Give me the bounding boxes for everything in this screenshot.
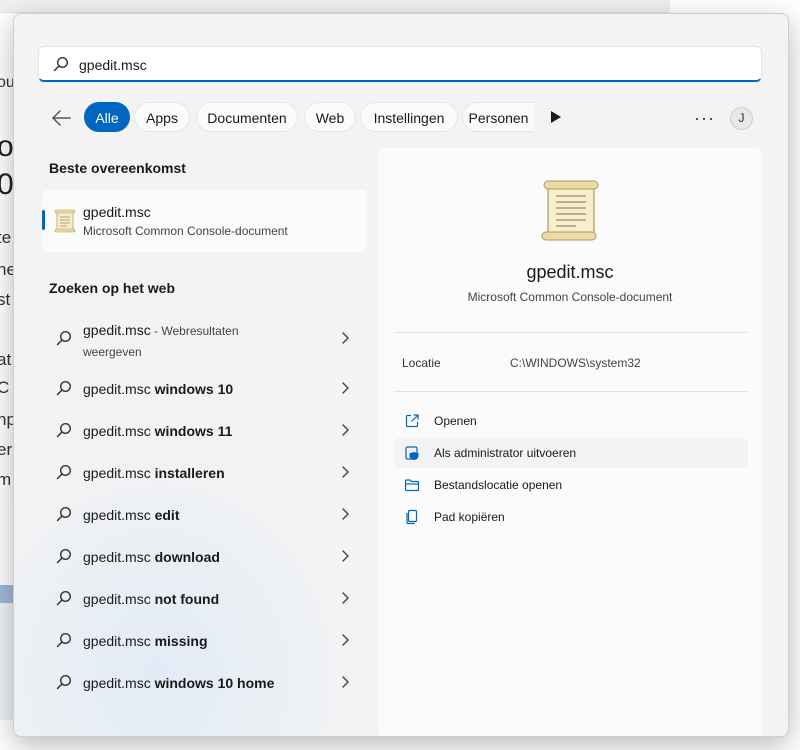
scroll-right-play-icon[interactable] bbox=[550, 110, 562, 124]
background-text: C bbox=[0, 378, 10, 397]
open-external-icon bbox=[405, 414, 419, 428]
best-match-type: Microsoft Common Console-document bbox=[83, 224, 288, 238]
web-result-row[interactable]: gpedit.msc edit bbox=[42, 494, 367, 534]
web-result-text: gpedit.msc windows 10 bbox=[83, 381, 234, 397]
preview-title: gpedit.msc bbox=[526, 262, 614, 282]
action-copy-path[interactable]: Pad kopiëren bbox=[394, 502, 748, 532]
best-match-card[interactable]: gpedit.msc Microsoft Common Console-docu… bbox=[42, 190, 367, 252]
search-icon bbox=[53, 56, 69, 72]
search-icon bbox=[56, 506, 72, 522]
chevron-right-icon bbox=[342, 332, 349, 344]
chevron-right-icon bbox=[342, 466, 349, 478]
tab-settings[interactable]: Instellingen bbox=[360, 102, 458, 132]
best-match-name: gpedit.msc bbox=[83, 204, 151, 220]
chevron-right-icon bbox=[342, 550, 349, 562]
divider bbox=[394, 332, 748, 333]
web-result-row[interactable]: gpedit.msc not found bbox=[42, 578, 367, 618]
web-result-subtext: weergeven bbox=[83, 345, 142, 359]
more-options-icon[interactable]: ··· bbox=[694, 108, 715, 129]
preview-type: Microsoft Common Console-document bbox=[467, 290, 673, 304]
chevron-right-icon bbox=[342, 508, 349, 520]
search-icon bbox=[56, 674, 72, 690]
action-label: Pad kopiëren bbox=[434, 510, 505, 524]
user-avatar[interactable]: J bbox=[730, 107, 753, 130]
start-search-panel: Alle Apps Documenten Web Instellingen Pe… bbox=[13, 13, 789, 737]
web-result-row[interactable]: gpedit.msc installeren bbox=[42, 452, 367, 492]
web-result-text: gpedit.msc windows 10 home bbox=[83, 675, 275, 691]
background-toolbar bbox=[0, 0, 670, 13]
search-icon bbox=[56, 330, 72, 346]
tab-web[interactable]: Web bbox=[304, 102, 356, 132]
action-label: Als administrator uitvoeren bbox=[434, 446, 577, 460]
background-text: m bbox=[0, 470, 12, 489]
search-icon bbox=[56, 548, 72, 564]
web-result-text: gpedit.msc missing bbox=[83, 633, 208, 649]
chevron-right-icon bbox=[342, 634, 349, 646]
web-result-text: gpedit.msc installeren bbox=[83, 465, 225, 481]
tab-documents[interactable]: Documenten bbox=[196, 102, 298, 132]
back-arrow-icon[interactable] bbox=[48, 106, 74, 130]
web-result-row[interactable]: gpedit.msc missing bbox=[42, 620, 367, 660]
web-result-text: gpedit.msc not found bbox=[83, 591, 220, 607]
search-box[interactable] bbox=[38, 46, 762, 82]
best-match-heading: Beste overeenkomst bbox=[49, 160, 186, 176]
web-search-heading: Zoeken op het web bbox=[49, 280, 176, 296]
web-result-row[interactable]: gpedit.msc windows 11 bbox=[42, 410, 367, 450]
search-icon bbox=[56, 422, 72, 438]
web-result-row[interactable]: gpedit.msc windows 10 home bbox=[42, 662, 367, 702]
preview-pane: gpedit.msc Microsoft Common Console-docu… bbox=[378, 148, 762, 736]
web-result-text: gpedit.msc windows 11 bbox=[83, 423, 233, 439]
search-icon bbox=[56, 632, 72, 648]
search-icon bbox=[56, 380, 72, 396]
tab-apps[interactable]: Apps bbox=[134, 102, 190, 132]
background-text: te bbox=[0, 228, 12, 247]
search-input[interactable] bbox=[77, 51, 741, 79]
search-icon bbox=[56, 590, 72, 606]
action-open-file-location[interactable]: Bestandslocatie openen bbox=[394, 470, 748, 500]
tab-all[interactable]: Alle bbox=[84, 102, 130, 132]
location-label: Locatie bbox=[402, 356, 441, 370]
web-result-text: gpedit.msc edit bbox=[83, 507, 180, 523]
filter-bar: Alle Apps Documenten Web Instellingen Pe… bbox=[38, 102, 768, 134]
background-text: 0 bbox=[0, 168, 14, 201]
chevron-right-icon bbox=[342, 424, 349, 436]
folder-icon bbox=[404, 479, 420, 492]
shield-icon bbox=[405, 446, 419, 460]
selection-indicator bbox=[42, 210, 45, 230]
background-text: er bbox=[0, 440, 13, 459]
action-open[interactable]: Openen bbox=[394, 406, 748, 436]
background-text: at bbox=[0, 350, 12, 369]
action-label: Bestandslocatie openen bbox=[434, 478, 563, 492]
location-value: C:\WINDOWS\system32 bbox=[510, 356, 641, 370]
chevron-right-icon bbox=[342, 592, 349, 604]
background-sidebar-strip bbox=[0, 585, 14, 720]
background-text: st bbox=[0, 290, 11, 309]
chevron-right-icon bbox=[342, 676, 349, 688]
copy-icon bbox=[406, 509, 418, 525]
tab-people[interactable]: Personen bbox=[462, 102, 534, 132]
web-result-text: gpedit.msc download bbox=[83, 549, 220, 565]
web-result-row[interactable]: gpedit.msc download bbox=[42, 536, 367, 576]
action-label: Openen bbox=[434, 414, 477, 428]
scroll-document-icon bbox=[54, 209, 76, 233]
web-result-text: gpedit.msc - Webresultaten bbox=[83, 322, 239, 338]
web-result-row[interactable]: gpedit.msc windows 10 bbox=[42, 368, 367, 408]
results-list: Beste overeenkomst gpedit.msc Microsoft … bbox=[42, 154, 368, 724]
action-run-as-admin[interactable]: Als administrator uitvoeren bbox=[394, 438, 748, 468]
search-icon bbox=[56, 464, 72, 480]
web-result-row[interactable]: gpedit.msc - Webresultaten weergeven bbox=[42, 314, 367, 360]
divider bbox=[394, 391, 748, 392]
scroll-document-icon bbox=[541, 180, 599, 241]
chevron-right-icon bbox=[342, 382, 349, 394]
